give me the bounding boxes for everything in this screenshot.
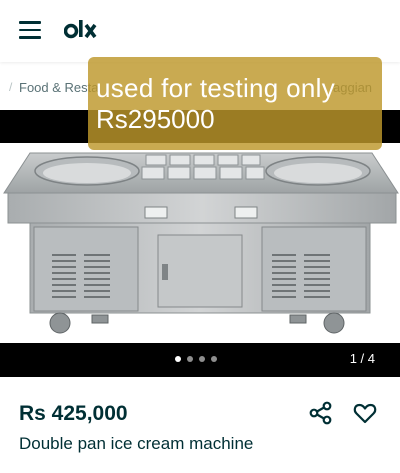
share-icon[interactable] xyxy=(308,400,334,426)
listing-photo[interactable] xyxy=(0,143,400,343)
gallery-counter: 1 / 4 xyxy=(349,351,375,366)
heart-icon[interactable] xyxy=(352,400,378,426)
listing-price: Rs 425,000 xyxy=(19,402,128,425)
hamburger-menu-icon[interactable] xyxy=(19,21,43,39)
olx-logo[interactable] xyxy=(64,17,104,43)
gallery-bottom-bar: 1 / 4 xyxy=(0,343,400,377)
testing-overlay-banner: used for testing only Rs295000 xyxy=(88,57,382,150)
listing-title: Double pan ice cream machine xyxy=(19,434,254,453)
overlay-price: Rs295000 xyxy=(96,104,215,134)
gallery-dot-2[interactable] xyxy=(187,356,193,362)
ice-cream-machine-image xyxy=(3,152,399,334)
gallery-dot-3[interactable] xyxy=(199,356,205,362)
breadcrumb-separator: / xyxy=(9,80,13,94)
gallery-dot-4[interactable] xyxy=(211,356,217,362)
app-header xyxy=(0,0,400,62)
gallery-pagination-dots xyxy=(175,356,217,362)
gallery-dot-1[interactable] xyxy=(175,356,181,362)
overlay-note: used for testing only xyxy=(96,73,335,103)
breadcrumb-item-category[interactable]: Food & Resta xyxy=(19,80,99,95)
